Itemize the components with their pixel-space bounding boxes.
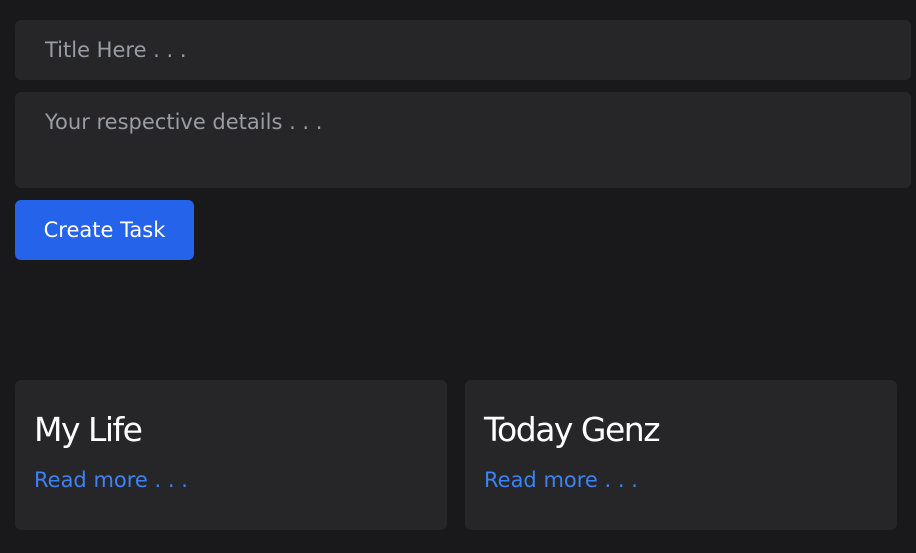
- read-more-link[interactable]: Read more . . .: [484, 468, 638, 492]
- create-task-button[interactable]: Create Task: [15, 200, 194, 260]
- task-card-title: Today Genz: [484, 410, 661, 449]
- task-card-title: My Life: [34, 410, 143, 449]
- task-app: Create Task My Life Read more . . . Toda…: [0, 0, 916, 553]
- task-card: Today Genz Read more . . .: [465, 380, 897, 530]
- title-input[interactable]: [15, 20, 911, 80]
- details-textarea[interactable]: [15, 92, 911, 188]
- read-more-link[interactable]: Read more . . .: [34, 468, 188, 492]
- task-card: My Life Read more . . .: [15, 380, 447, 530]
